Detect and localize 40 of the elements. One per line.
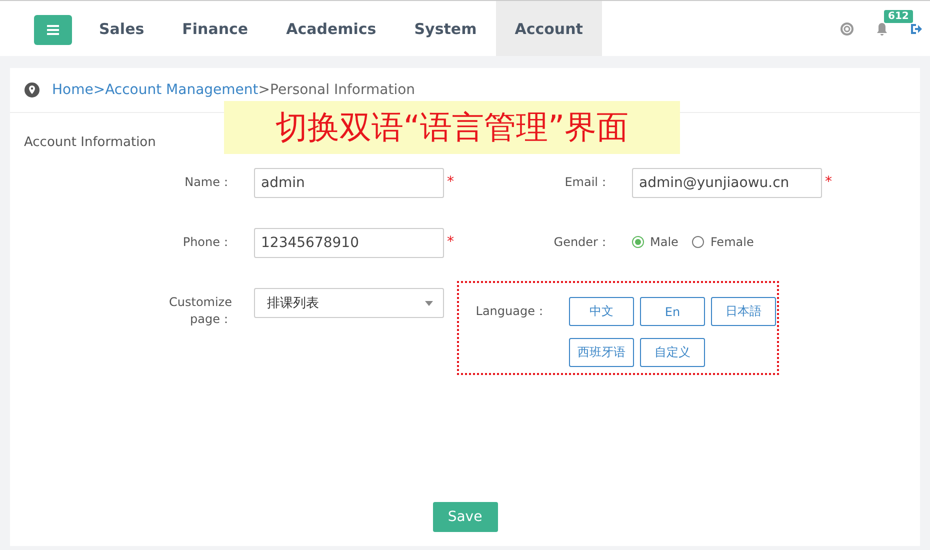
- radio-label: Female: [710, 235, 754, 249]
- text-field[interactable]: 12345678910: [254, 228, 444, 258]
- nav-tab[interactable]: System: [395, 1, 496, 56]
- nav-tab[interactable]: Academics: [267, 1, 396, 56]
- menu-button[interactable]: [34, 15, 72, 45]
- language-button[interactable]: 日本語: [711, 297, 776, 326]
- caret-icon: [425, 300, 433, 306]
- menu-icon: [47, 25, 59, 35]
- field-label: Language：: [474, 303, 548, 320]
- text-field[interactable]: admin: [254, 168, 444, 198]
- field-label: Gender：: [552, 234, 611, 251]
- radio-label: Male: [650, 235, 678, 249]
- annotation-label: 切换双语“语言管理”界面: [224, 101, 680, 154]
- help-icon[interactable]: [840, 22, 854, 36]
- language-button[interactable]: En: [640, 297, 705, 326]
- location-icon: [24, 82, 40, 98]
- page-select[interactable]: 排课列表: [254, 288, 444, 318]
- breadcrumb-link[interactable]: Home: [52, 82, 94, 98]
- nav-tab[interactable]: Account: [496, 1, 602, 56]
- nav-tab[interactable]: Finance: [163, 1, 268, 56]
- gender-radio[interactable]: Male: [632, 228, 678, 249]
- breadcrumb-link[interactable]: >Account Management: [93, 82, 258, 98]
- field-label: Phone：: [182, 234, 233, 251]
- field-label: Name：: [184, 174, 233, 191]
- notification-badge: 612: [884, 10, 913, 23]
- breadcrumb-text: >Personal Information: [258, 82, 416, 98]
- language-button[interactable]: 中文: [569, 297, 634, 326]
- required-mark: *: [446, 173, 455, 190]
- gender-radio[interactable]: Female: [692, 228, 754, 249]
- section-title: Account Information: [24, 135, 156, 150]
- required-mark: *: [824, 173, 833, 190]
- bell-icon[interactable]: [876, 22, 888, 36]
- nav-tab[interactable]: Sales: [80, 1, 164, 56]
- language-button[interactable]: 自定义: [640, 338, 705, 367]
- required-mark: *: [446, 233, 455, 250]
- field-label: Email：: [564, 174, 611, 191]
- email-field[interactable]: admin@yunjiaowu.cn: [632, 168, 822, 198]
- field-label: Customize page：: [168, 294, 233, 328]
- logout-icon[interactable]: [910, 22, 922, 34]
- language-button[interactable]: 西班牙语: [569, 338, 634, 367]
